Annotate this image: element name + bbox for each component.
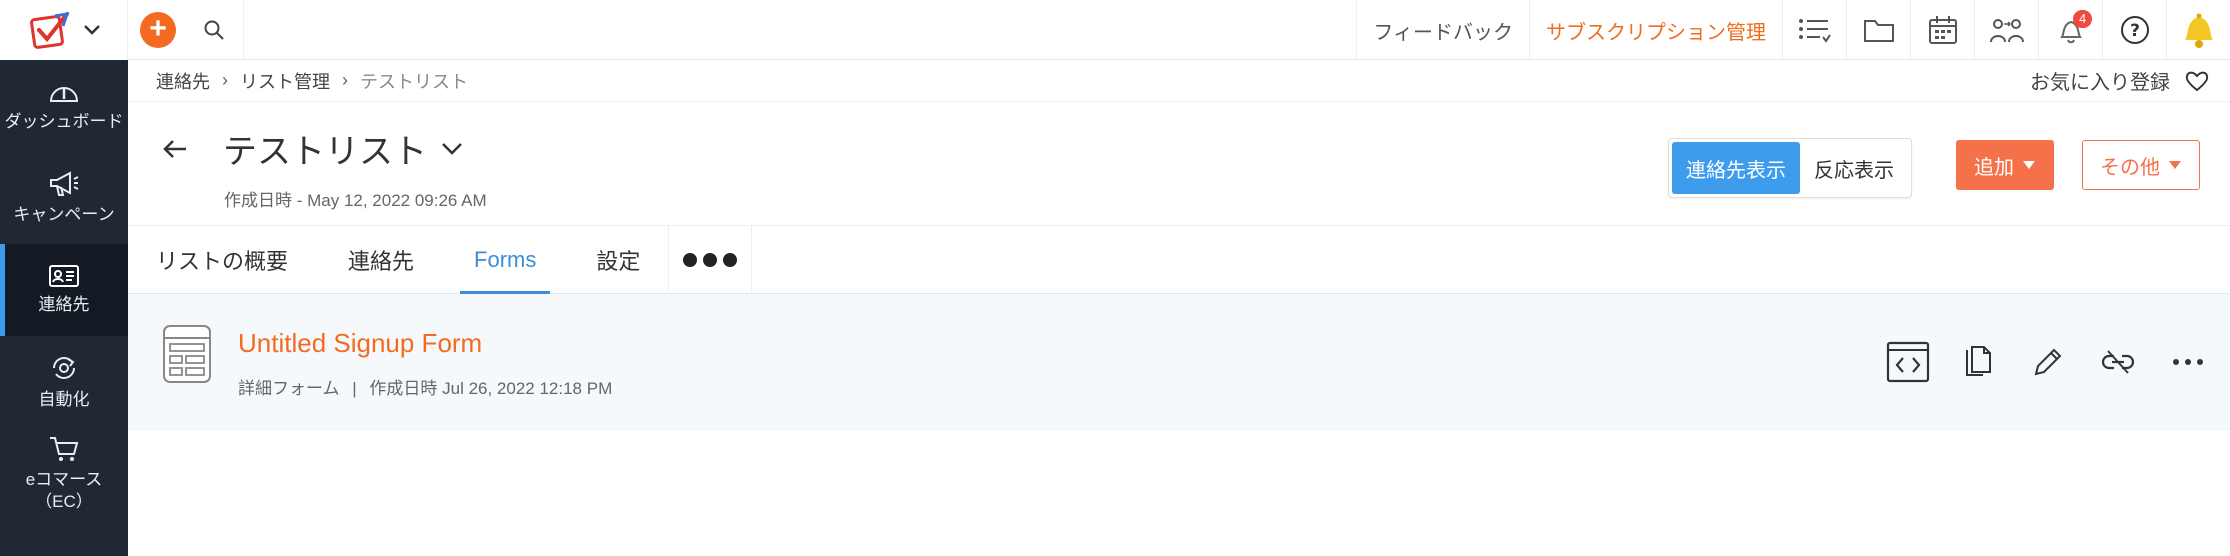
favorite-label: お気に入り登録	[2030, 72, 2170, 94]
view-toggle: 連絡先表示 反応表示	[1668, 138, 1912, 198]
logo-icon	[29, 11, 69, 49]
subscription-link[interactable]: サブスクリプション管理	[1529, 0, 1782, 60]
folder-icon	[1863, 20, 1894, 42]
sidebar-item-label: ダッシュボード	[4, 112, 124, 131]
arrow-left-icon	[163, 140, 186, 158]
add-label: 追加	[1974, 156, 2014, 179]
top-right-tools: フィードバック サブスクリプション管理 4 ?	[1356, 0, 2230, 60]
breadcrumb: 連絡先 › リスト管理 › テストリスト	[128, 60, 2230, 102]
chevron-down-icon	[442, 142, 462, 155]
list-item[interactable]: Untitled Signup Form 詳細フォーム | 作成日時 Jul 2…	[128, 294, 2230, 430]
calendar-button[interactable]	[1910, 0, 1974, 60]
copy-icon	[1966, 346, 1991, 376]
edit-icon	[2034, 348, 2062, 376]
sidebar-item-label: 自動化	[38, 390, 90, 409]
gold-bell-button[interactable]	[2166, 0, 2230, 60]
sidebar-item-ecommerce[interactable]: eコマース（EC）	[0, 428, 128, 520]
help-button[interactable]: ?	[2102, 0, 2166, 60]
cart-icon	[50, 437, 79, 461]
back-button[interactable]	[162, 138, 188, 165]
app-switcher[interactable]	[0, 0, 128, 60]
feedback-link[interactable]: フィードバック	[1356, 0, 1529, 60]
row-actions	[1886, 340, 2210, 384]
svg-text:?: ?	[2130, 21, 2140, 41]
search-icon	[204, 20, 224, 40]
favorite-button[interactable]: お気に入り登録	[2030, 66, 2210, 95]
embed-code-icon	[1886, 341, 1930, 383]
more-actions-button[interactable]	[2166, 340, 2210, 384]
notifications-button[interactable]: 4	[2038, 0, 2102, 60]
sidebar: ダッシュボード キャンペーン 連絡先 自動化 eコマース（EC）	[0, 60, 128, 556]
sidebar-item-campaign[interactable]: キャンペーン	[0, 152, 128, 244]
caret-down-icon	[2023, 161, 2035, 169]
tab-contacts[interactable]: 連絡先	[334, 226, 428, 293]
breadcrumb-list-management[interactable]: リスト管理	[240, 68, 330, 94]
created-date: 作成日時 - May 12, 2022 09:26 AM	[224, 191, 487, 210]
form-meta: 詳細フォーム | 作成日時 Jul 26, 2022 12:18 PM	[238, 374, 612, 399]
sidebar-item-label: eコマース（EC）	[25, 470, 103, 511]
more-dot-icon	[703, 252, 718, 267]
embed-code-button[interactable]	[1886, 340, 1930, 384]
automation-icon	[53, 357, 75, 379]
meta-separator: |	[352, 379, 357, 398]
caret-down-icon	[2169, 161, 2181, 169]
chevron-down-icon	[83, 24, 100, 35]
chevron-right-icon: ›	[222, 70, 228, 90]
more-button[interactable]: その他	[2082, 140, 2200, 190]
tabs: リストの概要 連絡先 Forms 設定	[128, 226, 2230, 294]
sidebar-item-automation[interactable]: 自動化	[0, 336, 128, 428]
form-created: 作成日時 Jul 26, 2022 12:18 PM	[369, 379, 613, 398]
sidebar-item-contacts[interactable]: 連絡先	[0, 244, 128, 336]
list-icon	[1798, 19, 1831, 43]
more-label: その他	[2100, 156, 2160, 179]
form-template-icon	[162, 324, 212, 389]
sidebar-item-dashboard[interactable]: ダッシュボード	[0, 60, 128, 152]
bell-gold-icon	[2184, 13, 2213, 48]
contacts-view-button[interactable]: 連絡先表示	[1672, 142, 1800, 194]
breadcrumb-contacts[interactable]: 連絡先	[156, 68, 210, 94]
more-dot-icon	[683, 252, 698, 267]
edit-button[interactable]	[2026, 340, 2070, 384]
help-icon: ?	[2120, 16, 2149, 44]
page-title: テストリスト	[223, 133, 427, 171]
tab-overview[interactable]: リストの概要	[156, 226, 302, 293]
breadcrumb-current: テストリスト	[360, 71, 468, 92]
users-button[interactable]	[1974, 0, 2038, 60]
list-header: テストリスト 作成日時 - May 12, 2022 09:26 AM 連絡先表…	[128, 102, 2230, 226]
tab-more-button[interactable]	[668, 226, 753, 293]
unlink-button[interactable]	[2096, 340, 2140, 384]
response-view-button[interactable]: 反応表示	[1800, 142, 1908, 194]
list-button[interactable]	[1782, 0, 1846, 60]
sidebar-item-label: 連絡先	[38, 295, 90, 314]
calendar-icon	[1928, 16, 1957, 44]
top-bar: + フィードバック サブスクリプション管理 4 ?	[0, 0, 2230, 60]
users-icon	[1989, 19, 2024, 43]
list-title-dropdown[interactable]: テストリスト	[223, 124, 463, 173]
app: + フィードバック サブスクリプション管理 4 ? ダッシュボード キャンペーン…	[0, 0, 2230, 556]
notification-badge: 4	[2073, 10, 2093, 28]
tab-forms[interactable]: Forms	[460, 226, 551, 294]
folder-button[interactable]	[1846, 0, 1910, 60]
more-icon	[2173, 359, 2203, 365]
search-button[interactable]	[184, 0, 244, 60]
plus-icon[interactable]: +	[140, 11, 176, 48]
contact-card-icon	[49, 265, 79, 287]
unlink-icon	[2101, 350, 2135, 374]
copy-button[interactable]	[1956, 340, 2000, 384]
add-button[interactable]: 追加	[1956, 140, 2054, 190]
main-content: 連絡先 › リスト管理 › テストリスト お気に入り登録 テストリスト 作成日時…	[128, 60, 2230, 556]
megaphone-icon	[50, 171, 79, 196]
chevron-right-icon: ›	[342, 70, 348, 90]
more-dot-icon	[723, 252, 738, 267]
sidebar-item-label: キャンペーン	[13, 205, 115, 224]
tab-settings[interactable]: 設定	[582, 226, 654, 293]
gauge-icon	[49, 87, 79, 102]
form-type: 詳細フォーム	[238, 379, 340, 398]
heart-icon	[2185, 71, 2209, 91]
form-name-link[interactable]: Untitled Signup Form	[238, 328, 482, 359]
